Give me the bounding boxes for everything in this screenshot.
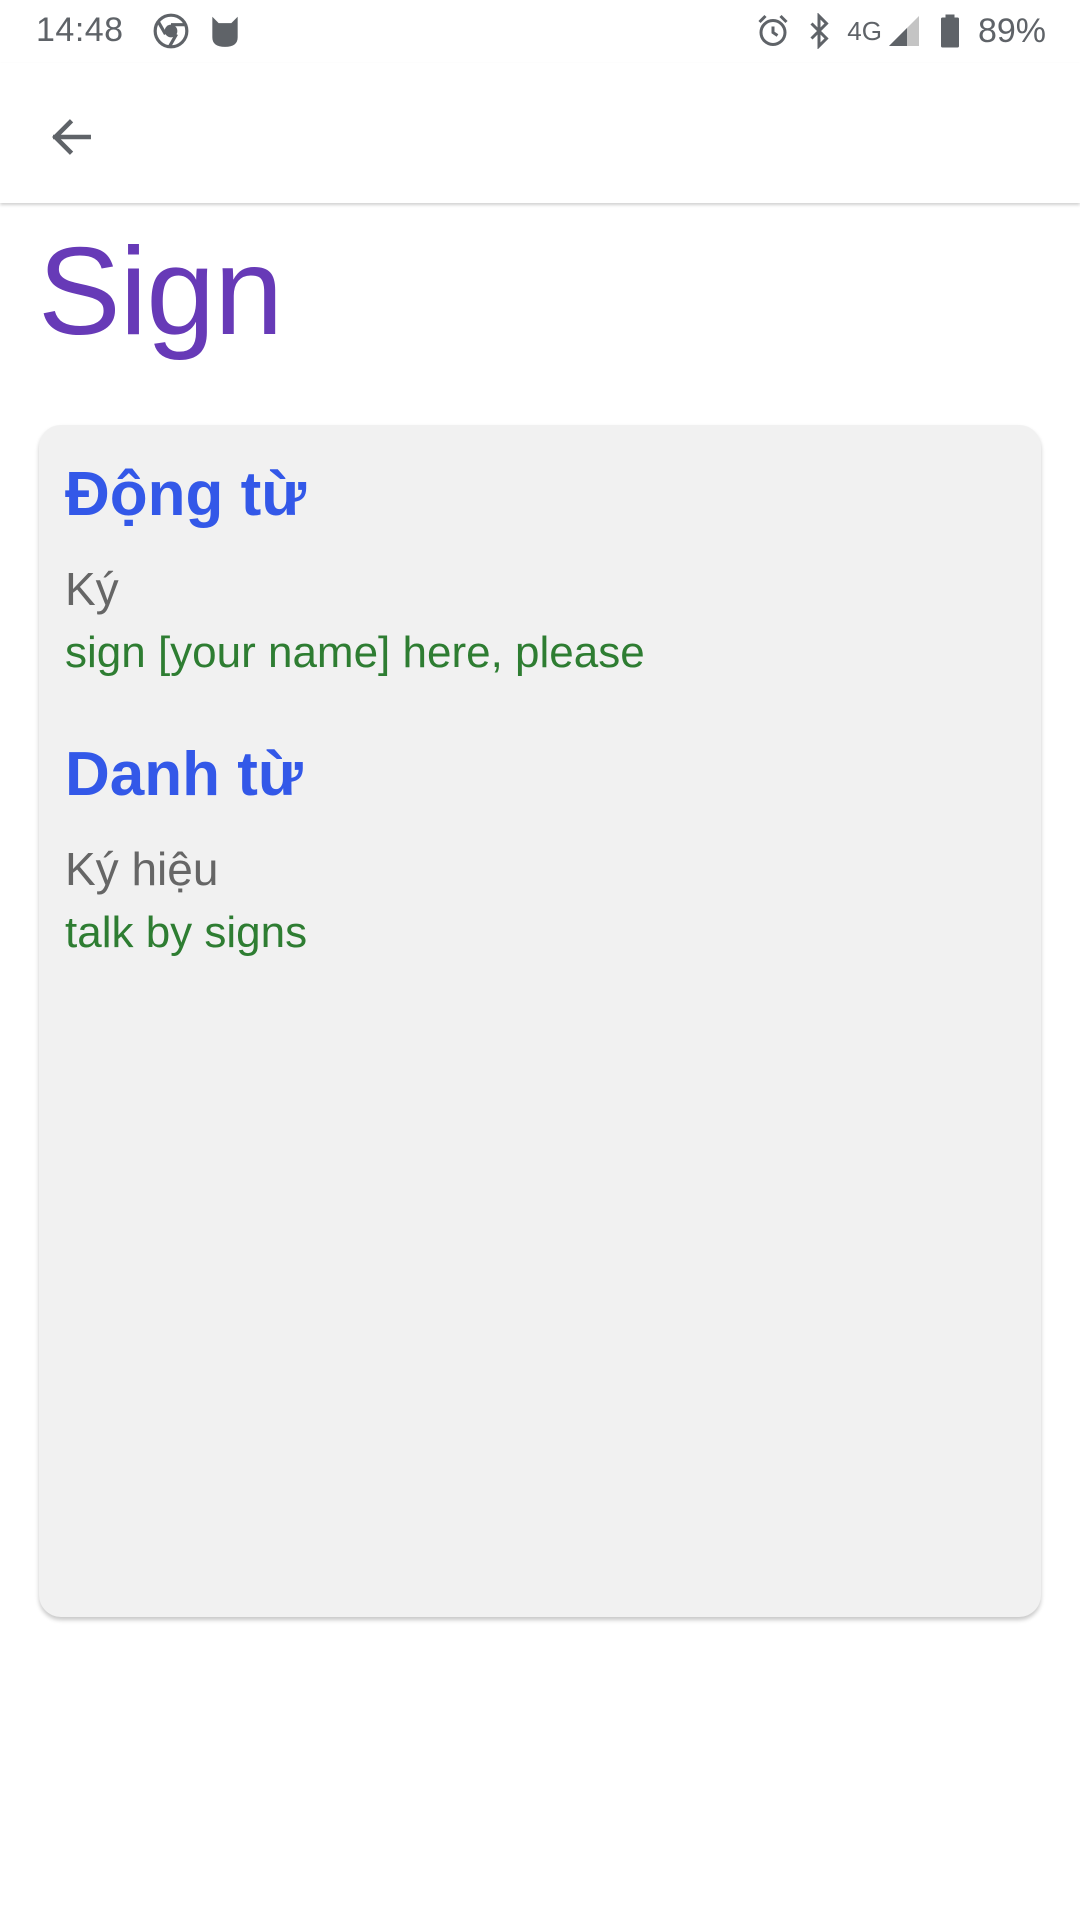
meaning-text: Ký (65, 563, 119, 615)
app-bar (0, 63, 1080, 203)
alarm-icon (758, 14, 788, 46)
back-button[interactable] (36, 101, 108, 173)
arrow-back-icon (52, 119, 91, 155)
definition-section-noun: Danh từ Ký hiệu talk by signs (65, 739, 307, 963)
word-title: Sign (38, 223, 283, 361)
definition-section-verb: Động từ Ký sign [your name] here, please (65, 459, 645, 683)
chrome-icon (153, 13, 189, 49)
battery-percent: 89% (977, 11, 1046, 50)
bluetooth-icon (810, 13, 829, 49)
example-text: sign [your name] here, please (65, 628, 645, 677)
part-of-speech-heading: Danh từ (65, 740, 303, 809)
network-type: 4G (847, 15, 882, 46)
definition-card: Động từ Ký sign [your name] here, please… (39, 425, 1041, 1617)
part-of-speech-heading: Động từ (65, 460, 307, 529)
example-text: talk by signs (65, 908, 308, 957)
signal-icon (888, 16, 919, 46)
meaning-text: Ký hiệu (65, 843, 219, 895)
status-icons: 4G 89% (755, 10, 1046, 52)
battery-icon (940, 14, 959, 48)
status-bar: 14:48 4G 89% (0, 0, 1080, 63)
cat-app-icon (212, 16, 238, 47)
status-time: 14:48 (36, 11, 124, 49)
